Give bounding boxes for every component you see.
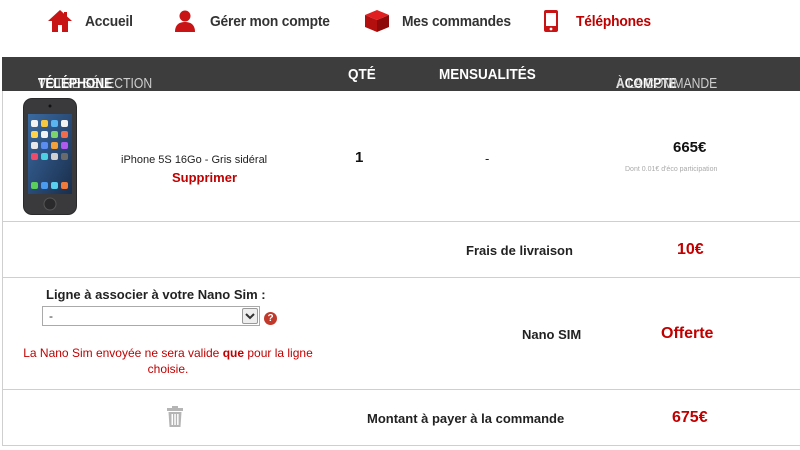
nav-home-label: Accueil xyxy=(85,12,133,30)
total-label: Montant à payer à la commande xyxy=(367,411,565,426)
home-icon xyxy=(47,8,73,34)
product-price: 665€ xyxy=(673,139,707,156)
eco-participation-note: Dont 0.01€ d'éco participation xyxy=(625,166,718,173)
nano-sim-label: Nano SIM xyxy=(522,327,582,342)
user-icon xyxy=(172,8,198,34)
trash-icon[interactable] xyxy=(166,406,184,428)
nav-home[interactable]: Accueil xyxy=(47,8,137,34)
sim-line-label: Ligne à associer à votre Nano Sim : xyxy=(46,287,266,302)
sim-warning-post: pour la ligne xyxy=(244,346,313,360)
col-monthly-header: MENSUALITÉS xyxy=(439,66,536,83)
product-monthly: - xyxy=(485,151,490,166)
sim-warning: La Nano Sim envoyée ne sera valide que p… xyxy=(0,345,336,377)
sim-warning-bold: que xyxy=(222,346,245,360)
nano-sim-price: Offerte xyxy=(661,325,714,342)
sim-line-select-value: - xyxy=(49,309,53,323)
sim-warning-line2: choisie. xyxy=(147,362,189,376)
phone-icon xyxy=(538,8,564,34)
delete-link[interactable]: Supprimer xyxy=(172,170,237,185)
box-icon xyxy=(364,8,390,34)
nav-account[interactable]: Gérer mon compte xyxy=(172,8,340,34)
nav-account-label: Gérer mon compte xyxy=(210,12,330,30)
nav-orders-label: Mes commandes xyxy=(402,12,511,30)
delivery-label: Frais de livraison xyxy=(466,243,573,258)
delivery-price: 10€ xyxy=(677,241,704,258)
help-icon[interactable]: ? xyxy=(264,312,277,325)
col-qty-header: QTÉ xyxy=(348,66,376,83)
sim-warning-pre: La Nano Sim envoyée ne sera valide xyxy=(23,346,223,360)
product-image xyxy=(22,98,78,216)
cart-table-header: VOTRE SÉLECTION TÉLÉPHONE QTÉ MENSUALITÉ… xyxy=(2,57,800,92)
nav-phones-label: Téléphones xyxy=(576,12,651,30)
total-price: 675€ xyxy=(672,409,708,426)
chevron-down-icon xyxy=(242,308,258,324)
nav-phones[interactable]: Téléphones xyxy=(538,8,657,34)
sim-line-select[interactable]: - xyxy=(42,306,260,326)
product-name: iPhone 5S 16Go - Gris sidéral xyxy=(121,154,268,166)
product-qty: 1 xyxy=(355,149,364,166)
nav-orders[interactable]: Mes commandes xyxy=(364,8,520,34)
top-navigation: Accueil Gérer mon compte Mes commandes T… xyxy=(0,0,800,42)
